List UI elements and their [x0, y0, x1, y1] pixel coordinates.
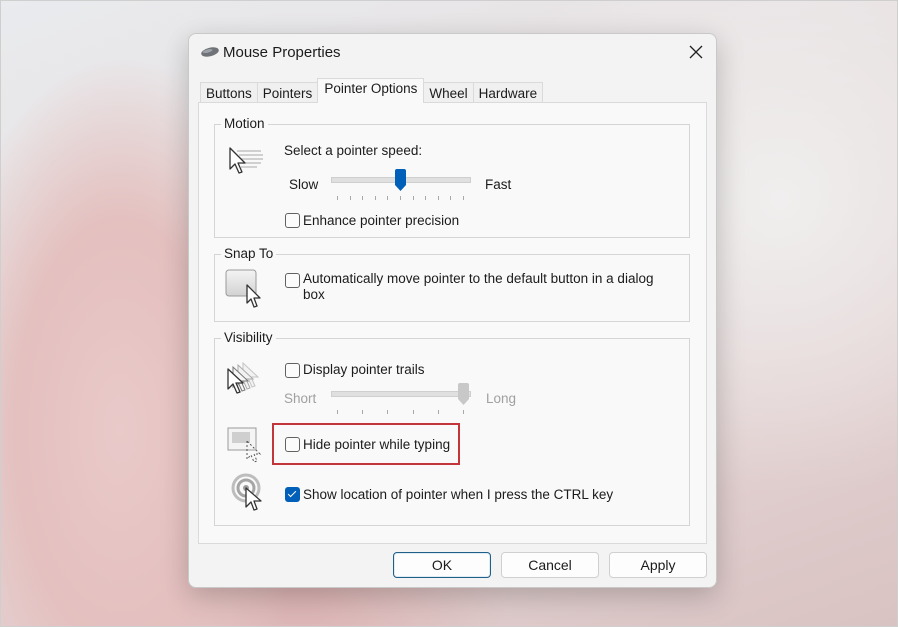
mouse-icon — [201, 47, 219, 57]
pointer-speed-tick — [350, 196, 351, 200]
tab-buttons[interactable]: Buttons — [200, 82, 258, 103]
close-button[interactable] — [682, 38, 710, 66]
pointer-trails-tick — [387, 410, 388, 414]
short-label: Short — [284, 391, 317, 406]
title-bar: Mouse Properties — [189, 34, 716, 70]
pointer-speed-tick — [450, 196, 451, 200]
snap-to-group: Snap To Automatically move pointer to th… — [214, 246, 690, 322]
hide-pointer-checkbox[interactable] — [285, 437, 300, 452]
mouse-properties-dialog: Mouse Properties Buttons Pointers Pointe… — [188, 33, 717, 588]
tab-wheel[interactable]: Wheel — [423, 82, 474, 103]
pointer-speed-tick — [425, 196, 426, 200]
pointer-location-icon — [231, 473, 262, 511]
tab-panel-pointer-options: Motion Select a pointer speed: Slow Fast… — [198, 102, 707, 544]
pointer-trails-slider[interactable] — [331, 383, 473, 415]
pointer-trails-tick — [413, 410, 414, 414]
pointer-trails-tick — [438, 410, 439, 414]
fast-label: Fast — [485, 177, 512, 192]
pointer-trails-tick — [337, 410, 338, 414]
snap-to-button-icon — [225, 269, 261, 308]
close-icon — [689, 45, 703, 59]
pointer-speed-tick — [362, 196, 363, 200]
pointer-trails-tick — [362, 410, 363, 414]
pointer-trails-checkbox[interactable] — [285, 363, 300, 378]
enhance-precision-checkbox[interactable] — [285, 213, 300, 228]
snap-to-group-label: Snap To — [221, 246, 277, 261]
pointer-speed-slider[interactable] — [331, 169, 473, 201]
motion-group-label: Motion — [221, 116, 268, 131]
pointer-trails-icon — [227, 361, 260, 394]
pointer-trails-tick — [463, 410, 464, 414]
pointer-speed-tick — [375, 196, 376, 200]
cancel-button[interactable]: Cancel — [501, 552, 599, 578]
motion-group: Motion Select a pointer speed: Slow Fast… — [214, 116, 690, 238]
pointer-speed-thumb[interactable] — [394, 169, 407, 191]
tab-hardware[interactable]: Hardware — [472, 82, 544, 103]
pointer-speed-label: Select a pointer speed: — [284, 143, 423, 158]
hide-pointer-icon — [227, 427, 262, 463]
enhance-precision-label[interactable]: Enhance pointer precision — [303, 213, 459, 228]
apply-button[interactable]: Apply — [609, 552, 707, 578]
visibility-group: Visibility Display pointer trails Short … — [214, 330, 690, 526]
pointer-speed-tick — [413, 196, 414, 200]
show-location-checkbox[interactable] — [285, 487, 300, 502]
pointer-trails-track — [331, 391, 471, 397]
tab-pointers[interactable]: Pointers — [256, 82, 319, 103]
slow-label: Slow — [289, 177, 319, 192]
ok-button[interactable]: OK — [393, 552, 491, 578]
snap-to-label-line1[interactable]: Automatically move pointer to the defaul… — [303, 271, 653, 286]
pointer-speed-tick — [463, 196, 464, 200]
snap-to-checkbox[interactable] — [285, 273, 300, 288]
tab-bar: Buttons Pointers Pointer Options Wheel H… — [200, 78, 544, 103]
window-title: Mouse Properties — [223, 44, 341, 61]
pointer-trails-thumb[interactable] — [457, 383, 470, 405]
pointer-speed-icon — [229, 147, 263, 174]
show-location-label[interactable]: Show location of pointer when I press th… — [303, 487, 613, 502]
pointer-speed-tick — [387, 196, 388, 200]
pointer-speed-tick — [400, 196, 401, 200]
snap-to-label-line2[interactable]: box — [303, 287, 325, 302]
visibility-group-label: Visibility — [221, 330, 276, 345]
tab-pointer-options[interactable]: Pointer Options — [317, 78, 425, 103]
long-label: Long — [486, 391, 517, 406]
hide-pointer-label[interactable]: Hide pointer while typing — [303, 437, 450, 452]
pointer-speed-tick — [438, 196, 439, 200]
pointer-trails-label[interactable]: Display pointer trails — [303, 362, 425, 377]
pointer-speed-tick — [337, 196, 338, 200]
